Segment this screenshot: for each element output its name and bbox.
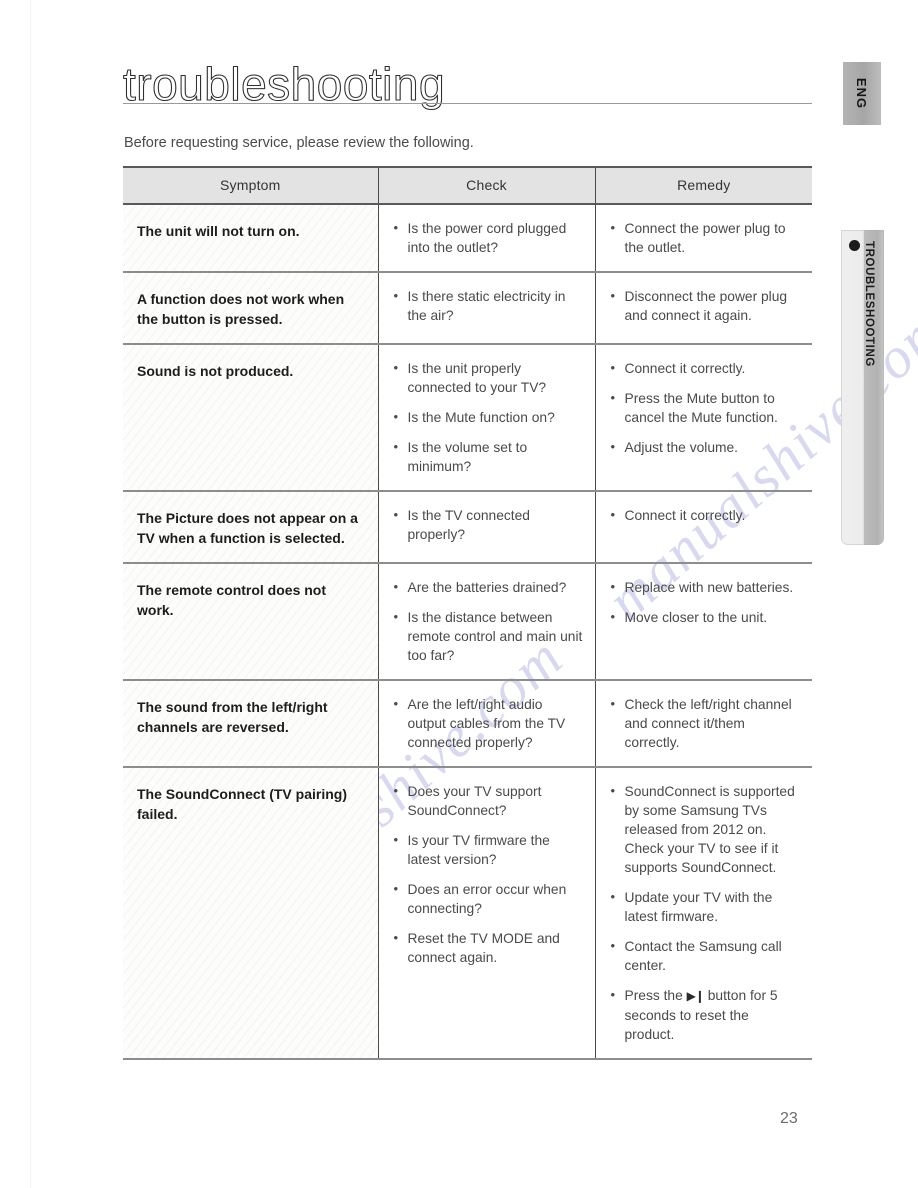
- list-item: Is the volume set to minimum?: [393, 437, 583, 476]
- remedy-list: Connect it correctly.: [610, 505, 801, 525]
- document-page: manualshive.com manualshive.com troubles…: [0, 0, 918, 1188]
- list-item: Move closer to the unit.: [610, 607, 801, 627]
- table-row: The sound from the left/right channels a…: [123, 680, 812, 768]
- title-divider: [123, 103, 812, 104]
- check-list: Is the TV connected properly?: [393, 505, 583, 544]
- cell-remedy: Connect it correctly.: [594, 491, 812, 564]
- troubleshooting-table: Symptom Check Remedy The unit will not t…: [123, 166, 812, 1060]
- list-item: Is your TV firmware the latest version?: [393, 830, 583, 869]
- list-item: Update your TV with the latest firmware.: [610, 887, 801, 926]
- check-list: Is the power cord plugged into the outle…: [393, 218, 583, 257]
- list-item: Press the ▶❙ button for 5 seconds to res…: [610, 985, 801, 1044]
- table-row: The unit will not turn on. Is the power c…: [123, 204, 812, 273]
- list-item: Is the Mute function on?: [393, 407, 583, 427]
- table-row: The remote control does not work.Are the…: [123, 563, 812, 681]
- check-list: Does your TV support SoundConnect? Is you…: [393, 781, 583, 967]
- cell-check: Is the power cord plugged into the outle…: [377, 204, 595, 273]
- language-tab-eng: ENG: [843, 62, 881, 125]
- play-pause-icon: ▶❙: [686, 989, 705, 1003]
- list-item: Check the left/right channel and connect…: [610, 694, 801, 752]
- list-item: Replace with new batteries.: [610, 577, 801, 597]
- cell-check: Is the TV connected properly?: [377, 491, 595, 564]
- list-item: Is the power cord plugged into the outle…: [393, 218, 583, 257]
- cell-symptom: Sound is not produced.: [123, 344, 378, 492]
- section-tab-label: TROUBLESHOOTING: [863, 241, 875, 367]
- list-item: Is there static electricity in the air?: [393, 286, 583, 325]
- list-item: Is the distance between remote control a…: [393, 607, 583, 665]
- cell-check: Is the unit properly connected to your T…: [377, 344, 595, 492]
- bullet-dot-icon: [849, 240, 860, 251]
- table-body: The unit will not turn on. Is the power c…: [123, 204, 812, 1060]
- check-list: Are the left/right audio output cables f…: [393, 694, 583, 752]
- table-row: Sound is not produced. Is the unit proper…: [123, 344, 812, 492]
- remedy-list: Disconnect the power plug and connect it…: [610, 286, 801, 325]
- list-item: Disconnect the power plug and connect it…: [610, 286, 801, 325]
- cell-check: Is there static electricity in the air?: [377, 272, 595, 345]
- column-header-check: Check: [377, 166, 595, 205]
- list-item: Is the unit properly connected to your T…: [393, 358, 583, 397]
- column-header-remedy: Remedy: [594, 166, 812, 205]
- list-item: SoundConnect is supported by some Samsun…: [610, 781, 801, 877]
- remedy-list: Check the left/right channel and connect…: [610, 694, 801, 752]
- cell-remedy: SoundConnect is supported by some Samsun…: [594, 767, 812, 1060]
- table-row: The SoundConnect (TV pairing) failed.Doe…: [123, 767, 812, 1060]
- table-row: The Picture does not appear on a TV when…: [123, 491, 812, 564]
- list-item: Connect it correctly.: [610, 505, 801, 525]
- cell-symptom: The Picture does not appear on a TV when…: [123, 491, 378, 564]
- page-number: 23: [780, 1110, 798, 1127]
- cell-symptom: The remote control does not work.: [123, 563, 378, 681]
- list-item: Connect the power plug to the outlet.: [610, 218, 801, 257]
- remedy-list: Replace with new batteries. Move closer t…: [610, 577, 801, 627]
- list-item: Press the Mute button to cancel the Mute…: [610, 388, 801, 427]
- list-item-text: Press the: [624, 988, 687, 1003]
- language-tab-label: ENG: [854, 77, 870, 110]
- check-list: Is there static electricity in the air?: [393, 286, 583, 325]
- cell-check: Are the batteries drained? Is the distanc…: [377, 563, 595, 681]
- intro-text: Before requesting service, please review…: [124, 135, 474, 151]
- list-item: Are the batteries drained?: [393, 577, 583, 597]
- list-item: Reset the TV MODE and connect again.: [393, 928, 583, 967]
- cell-symptom: The sound from the left/right channels a…: [123, 680, 378, 768]
- cell-symptom: A function does not work when the button…: [123, 272, 378, 345]
- table-header-row: Symptom Check Remedy: [123, 166, 812, 205]
- page-title: troubleshooting: [123, 58, 813, 116]
- cell-check: Are the left/right audio output cables f…: [377, 680, 595, 768]
- list-item: Is the TV connected properly?: [393, 505, 583, 544]
- cell-symptom: The SoundConnect (TV pairing) failed.: [123, 767, 378, 1060]
- check-list: Are the batteries drained? Is the distanc…: [393, 577, 583, 665]
- cell-remedy: Connect the power plug to the outlet.: [594, 204, 812, 273]
- cell-symptom: The unit will not turn on.: [123, 204, 378, 273]
- remedy-list: SoundConnect is supported by some Samsun…: [610, 781, 801, 1044]
- list-item: Does your TV support SoundConnect?: [393, 781, 583, 820]
- cell-remedy: Connect it correctly. Press the Mute butt…: [594, 344, 812, 492]
- cell-remedy: Replace with new batteries. Move closer t…: [594, 563, 812, 681]
- list-item: Contact the Samsung call center.: [610, 936, 801, 975]
- column-header-symptom: Symptom: [123, 166, 378, 205]
- list-item: Are the left/right audio output cables f…: [393, 694, 583, 752]
- list-item: Adjust the volume.: [610, 437, 801, 457]
- cell-remedy: Disconnect the power plug and connect it…: [594, 272, 812, 345]
- list-item: Connect it correctly.: [610, 358, 801, 378]
- section-tab-troubleshooting: TROUBLESHOOTING: [841, 230, 884, 545]
- check-list: Is the unit properly connected to your T…: [393, 358, 583, 476]
- cell-check: Does your TV support SoundConnect? Is you…: [377, 767, 595, 1060]
- cell-remedy: Check the left/right channel and connect…: [594, 680, 812, 768]
- remedy-list: Connect it correctly. Press the Mute butt…: [610, 358, 801, 457]
- remedy-list: Connect the power plug to the outlet.: [610, 218, 801, 257]
- list-item: Does an error occur when connecting?: [393, 879, 583, 918]
- table-row: A function does not work when the button…: [123, 272, 812, 345]
